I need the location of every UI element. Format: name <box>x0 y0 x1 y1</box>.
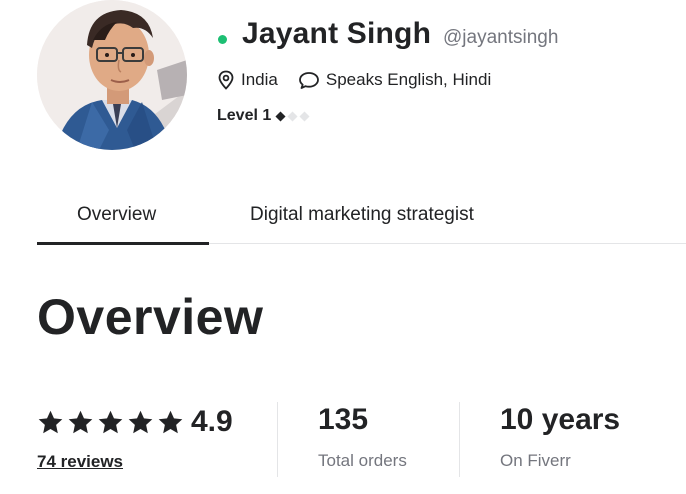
star-icon <box>68 410 93 433</box>
section-heading-overview: Overview <box>37 289 264 345</box>
reviews-link[interactable]: 74 reviews <box>37 452 123 472</box>
diamond-icon <box>299 110 310 122</box>
rating-summary: 4.9 <box>37 405 233 439</box>
tab-digital-marketing-strategist[interactable]: Digital marketing strategist <box>250 204 474 226</box>
seller-name: Jayant Singh <box>242 17 432 50</box>
avatar[interactable] <box>37 0 187 150</box>
star-icon <box>98 410 123 433</box>
profile-tabs: Overview Digital marketing strategist <box>37 200 686 245</box>
total-orders-label: Total orders <box>318 451 407 470</box>
star-icon <box>38 410 63 433</box>
seller-level: Level 1 <box>217 107 311 125</box>
years-on-platform-value: 10 years <box>500 403 621 436</box>
level-diamonds <box>275 110 311 122</box>
years-on-platform-label: On Fiverr <box>500 451 571 470</box>
speech-bubble-icon <box>298 70 320 90</box>
tab-overview[interactable]: Overview <box>77 204 156 226</box>
seller-username: @jayantsingh <box>443 27 559 48</box>
location-pin-icon <box>217 70 235 90</box>
avatar-illustration <box>37 0 187 150</box>
seller-languages: Speaks English, Hindi <box>325 70 492 89</box>
online-status-dot <box>218 35 227 44</box>
seller-location: India <box>241 70 278 89</box>
active-tab-indicator <box>37 242 209 245</box>
diamond-icon <box>287 110 298 122</box>
total-orders-value: 135 <box>318 403 369 436</box>
rating-value: 4.9 <box>191 405 233 438</box>
stats-divider <box>277 402 278 477</box>
seller-meta: India Speaks English, Hindi <box>217 70 491 90</box>
star-icon <box>128 410 153 433</box>
diamond-icon <box>275 110 286 122</box>
seller-profile-page: Jayant Singh @jayantsingh India Speaks E… <box>0 0 686 494</box>
star-icon <box>158 410 183 433</box>
level-label: Level 1 <box>217 107 272 124</box>
stats-divider <box>459 402 460 477</box>
